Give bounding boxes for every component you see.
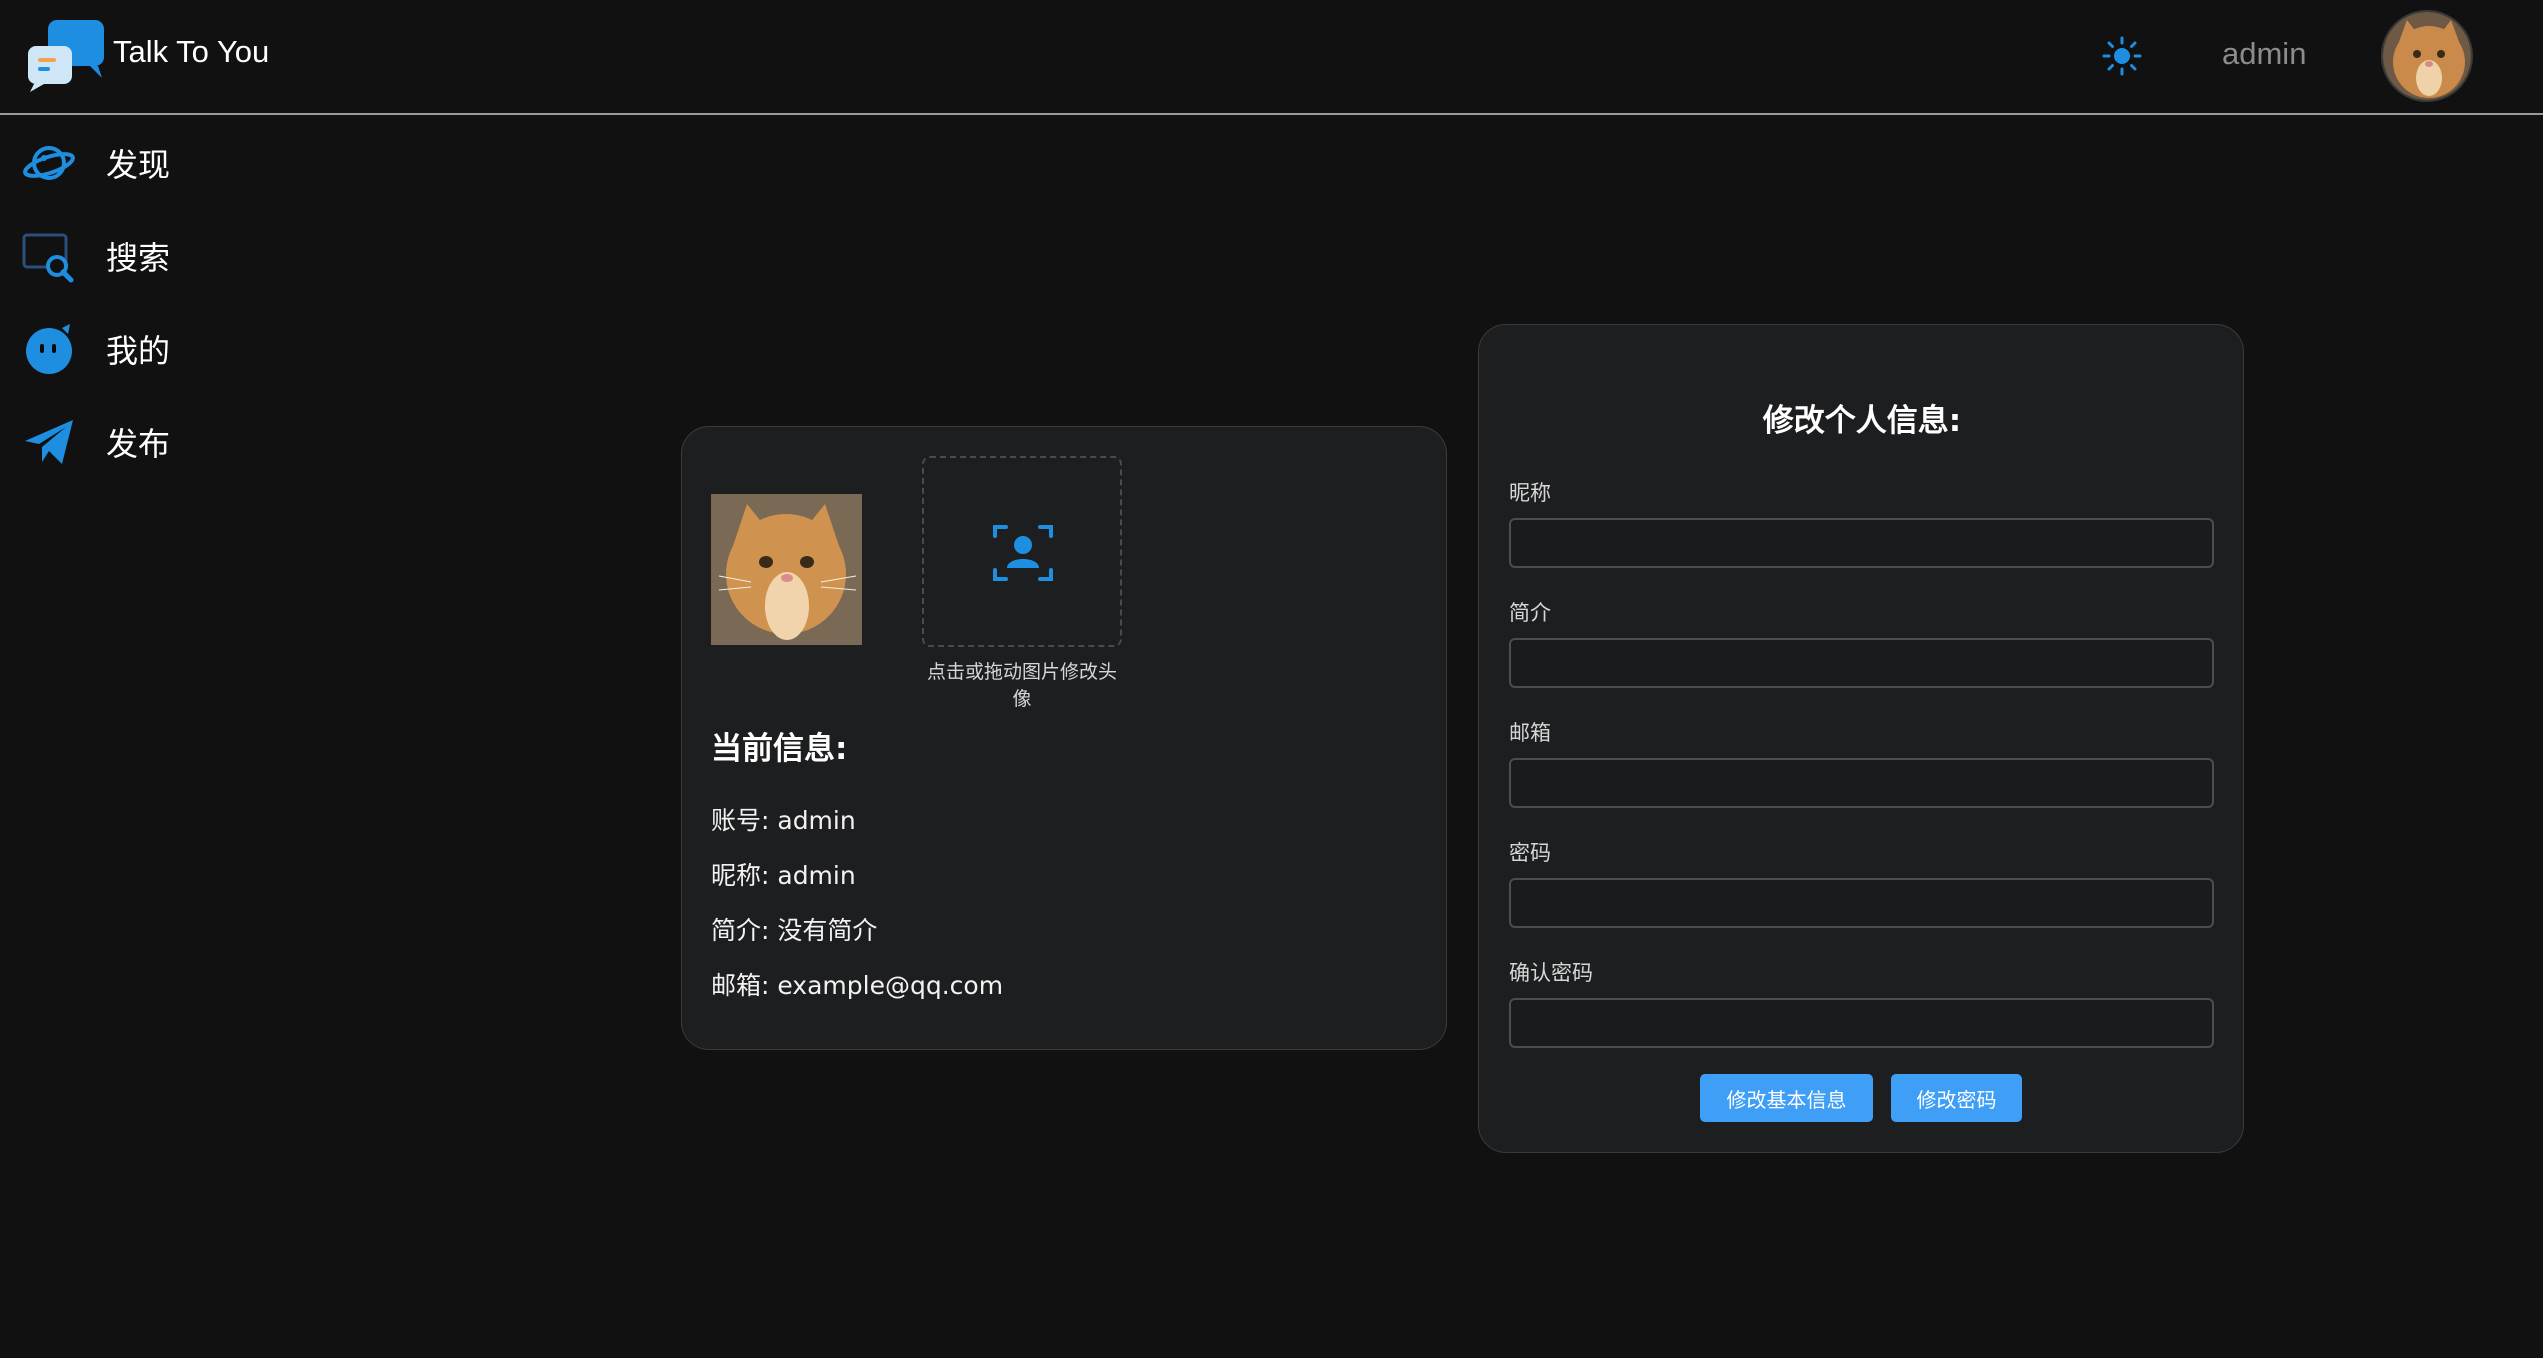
sidebar-item-label: 发布 — [106, 425, 171, 463]
sidebar-item-search[interactable]: 搜索 — [22, 226, 282, 286]
app-title: Talk To You — [113, 34, 270, 69]
search-icon — [22, 233, 74, 283]
user-upload-icon — [993, 525, 1053, 581]
planet-icon — [23, 146, 75, 180]
upload-hint: 点击或拖动图片修改头像 — [926, 661, 1117, 710]
paper-plane-icon — [25, 420, 73, 464]
email-field[interactable] — [1509, 758, 2214, 808]
current-avatar — [711, 494, 862, 645]
sidebar-item-label: 发现 — [106, 146, 171, 184]
nickname-field[interactable] — [1509, 518, 2214, 568]
top-header: Talk To You admin — [0, 0, 2543, 115]
sidebar-item-label: 搜索 — [106, 239, 171, 277]
face-icon — [26, 324, 72, 374]
password-field[interactable] — [1509, 878, 2214, 928]
password-label: 密码 — [1509, 841, 1551, 865]
current-info-panel: 点击或拖动图片修改头像 当前信息: 账号: admin 昵称: admin 简介… — [681, 426, 1447, 1050]
sidebar-item-mine[interactable]: 我的 — [22, 319, 282, 379]
email-label: 邮箱 — [1509, 721, 1551, 745]
confirm-password-label: 确认密码 — [1509, 961, 1593, 985]
info-email: 邮箱: example@qq.com — [711, 971, 1004, 1000]
sidebar-item-label: 我的 — [106, 332, 171, 370]
bio-label: 简介 — [1509, 601, 1551, 625]
current-info-title: 当前信息: — [711, 731, 848, 767]
edit-form-title: 修改个人信息: — [1762, 403, 1962, 439]
info-nickname: 昵称: admin — [711, 861, 856, 890]
header-username[interactable]: admin — [2222, 36, 2306, 72]
info-bio: 简介: 没有简介 — [711, 916, 878, 945]
update-basic-info-button[interactable]: 修改基本信息 — [1700, 1074, 1873, 1122]
bio-field[interactable] — [1509, 638, 2214, 688]
confirm-password-field[interactable] — [1509, 998, 2214, 1048]
edit-profile-panel: 修改个人信息: 昵称 简介 邮箱 密码 确认密码 修改基本信息 修改密码 — [1478, 324, 2244, 1153]
sidebar-item-discover[interactable]: 发现 — [22, 133, 282, 193]
cat-avatar-image — [2383, 12, 2471, 100]
update-password-button[interactable]: 修改密码 — [1891, 1074, 2022, 1122]
sidebar-item-publish[interactable]: 发布 — [22, 412, 282, 472]
cat-avatar-image — [711, 494, 862, 645]
header-avatar[interactable] — [2381, 10, 2473, 102]
info-account: 账号: admin — [711, 806, 856, 835]
chat-logo-icon — [28, 20, 104, 92]
nickname-label: 昵称 — [1509, 481, 1551, 505]
avatar-upload-dropzone[interactable] — [922, 456, 1122, 647]
sun-icon[interactable] — [2102, 36, 2142, 76]
